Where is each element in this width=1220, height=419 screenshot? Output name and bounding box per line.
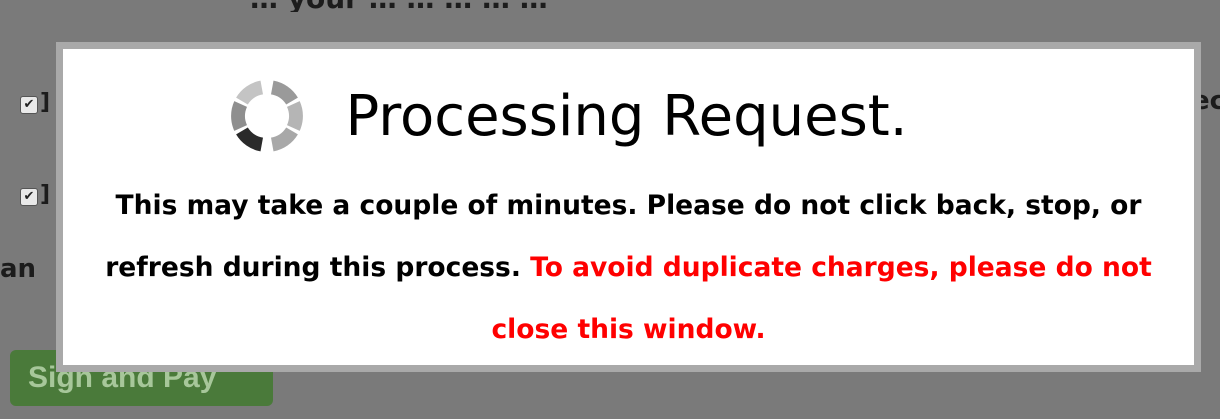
processing-modal-frame: Processing Request. This may take a coup… — [56, 42, 1201, 372]
background-side-text-left: an — [0, 254, 37, 284]
processing-modal: Processing Request. This may take a coup… — [63, 49, 1194, 365]
modal-title: Processing Request. — [345, 83, 908, 149]
background-bracket-2: ] — [40, 182, 51, 207]
modal-message: This may take a couple of minutes. Pleas… — [63, 175, 1194, 361]
modal-message-warning: To avoid duplicate charges, please do no… — [491, 252, 1152, 345]
background-checkbox-2[interactable]: ✔ — [20, 188, 38, 206]
loading-spinner-icon — [231, 80, 304, 152]
background-checkbox-1[interactable]: ✔ — [20, 96, 38, 114]
background-bracket-1: ] — [40, 90, 51, 115]
background-top-text: … your … … … … … — [250, 0, 1150, 12]
modal-header: Processing Request. — [63, 71, 1194, 161]
